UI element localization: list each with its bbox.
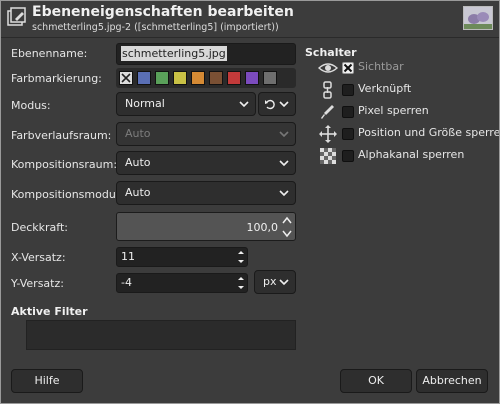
chevron-down-icon (279, 160, 289, 167)
composite-space-dropdown[interactable]: Auto (116, 151, 296, 175)
color-tag-orange[interactable] (191, 71, 205, 85)
active-filters-title: Aktive Filter (11, 305, 88, 318)
switch-lock-pixels[interactable]: Pixel sperren (318, 103, 488, 121)
checkerboard-icon (320, 148, 336, 164)
layer-name-value: schmetterling5.jpg (121, 46, 227, 61)
composite-mode-label: Kompositionsmodus: (11, 188, 126, 201)
color-tag-green[interactable] (155, 71, 169, 85)
move-arrows-icon (319, 125, 337, 143)
layer-properties-icon (7, 7, 26, 26)
composite-mode-dropdown[interactable]: Auto (116, 181, 296, 205)
mode-dropdown[interactable]: Normal (116, 92, 256, 116)
y-offset-stepper[interactable] (236, 274, 246, 292)
color-tag-gray[interactable] (263, 71, 277, 85)
y-offset-value: -4 (121, 276, 132, 289)
chevron-down-icon (279, 131, 289, 138)
y-offset-label: Y-Versatz: (11, 277, 64, 290)
lock-pixels-label: Pixel sperren (358, 104, 429, 117)
layer-name-input[interactable]: schmetterling5.jpg (116, 43, 296, 65)
x-offset-label: X-Versatz: (11, 251, 66, 264)
color-tag-red[interactable] (227, 71, 241, 85)
close-icon (121, 73, 131, 83)
active-filters-list (26, 320, 296, 350)
unit-value: px (263, 275, 277, 288)
opacity-slider[interactable]: 100,0 (116, 212, 296, 241)
x-offset-value: 11 (121, 250, 135, 263)
composite-mode-value: Auto (125, 186, 151, 199)
composite-space-label: Kompositionsraum: (11, 158, 118, 171)
dialog-title: Ebeneneigenschaften bearbeiten (32, 4, 294, 20)
dialog-header: Ebeneneigenschaften bearbeiten schmetter… (0, 0, 500, 38)
layer-thumbnail (463, 6, 493, 30)
switch-lock-position[interactable]: Position und Größe sperren (318, 125, 500, 143)
visible-checkbox[interactable] (342, 62, 354, 74)
blend-space-value: Auto (125, 127, 151, 140)
color-tag-brown[interactable] (209, 71, 223, 85)
switches-title: Schalter (305, 46, 357, 59)
header-separator (1, 37, 499, 38)
switch-lock-alpha[interactable]: Alphakanal sperren (318, 147, 488, 165)
switch-linked[interactable]: Verknüpft (318, 81, 488, 99)
linked-checkbox[interactable] (342, 84, 354, 96)
y-offset-input[interactable]: -4 (116, 273, 248, 293)
help-button[interactable]: Hilfe (11, 369, 83, 393)
chevron-down-icon (279, 190, 289, 197)
close-icon (343, 63, 353, 73)
lock-position-label: Position und Größe sperren (358, 126, 500, 139)
layer-name-label: Ebenenname: (11, 47, 88, 60)
color-tag-violet[interactable] (245, 71, 259, 85)
eye-icon (318, 63, 338, 73)
dialog-subtitle: schmetterling5.jpg-2 ([schmetterling5] (… (32, 22, 279, 33)
x-offset-stepper[interactable] (236, 248, 246, 266)
color-tag-yellow[interactable] (173, 71, 187, 85)
blend-space-dropdown[interactable]: Auto (116, 122, 296, 146)
chain-icon (323, 81, 332, 99)
mode-reset-button[interactable] (258, 92, 296, 116)
color-tag-blue[interactable] (137, 71, 151, 85)
chevron-down-icon (239, 101, 249, 108)
mode-value: Normal (125, 97, 165, 110)
unit-dropdown[interactable]: px (254, 270, 296, 294)
opacity-label: Deckkraft: (11, 221, 68, 234)
brush-icon (321, 105, 334, 119)
lock-position-checkbox[interactable] (342, 128, 354, 140)
switch-visible[interactable]: Sichtbar (318, 59, 488, 77)
lock-alpha-checkbox[interactable] (342, 150, 354, 162)
lock-alpha-label: Alphakanal sperren (358, 148, 465, 161)
blend-space-label: Farbverlaufsraum: (11, 129, 112, 142)
opacity-stepper[interactable] (281, 214, 293, 240)
lock-pixels-checkbox[interactable] (342, 106, 354, 118)
cancel-button[interactable]: Abbrechen (416, 369, 488, 393)
linked-label: Verknüpft (358, 82, 412, 95)
ok-button[interactable]: OK (340, 369, 412, 393)
color-tag-selector (116, 68, 296, 88)
chevron-down-icon (279, 279, 289, 286)
reset-icon (265, 99, 275, 110)
opacity-value: 100,0 (246, 221, 279, 234)
composite-space-value: Auto (125, 156, 151, 169)
x-offset-input[interactable]: 11 (116, 247, 248, 267)
visible-label: Sichtbar (358, 60, 404, 73)
mode-label: Modus: (11, 99, 51, 112)
color-tag-none[interactable] (119, 71, 133, 85)
color-tag-label: Farbmarkierung: (11, 72, 102, 85)
chevron-down-icon (279, 101, 289, 108)
